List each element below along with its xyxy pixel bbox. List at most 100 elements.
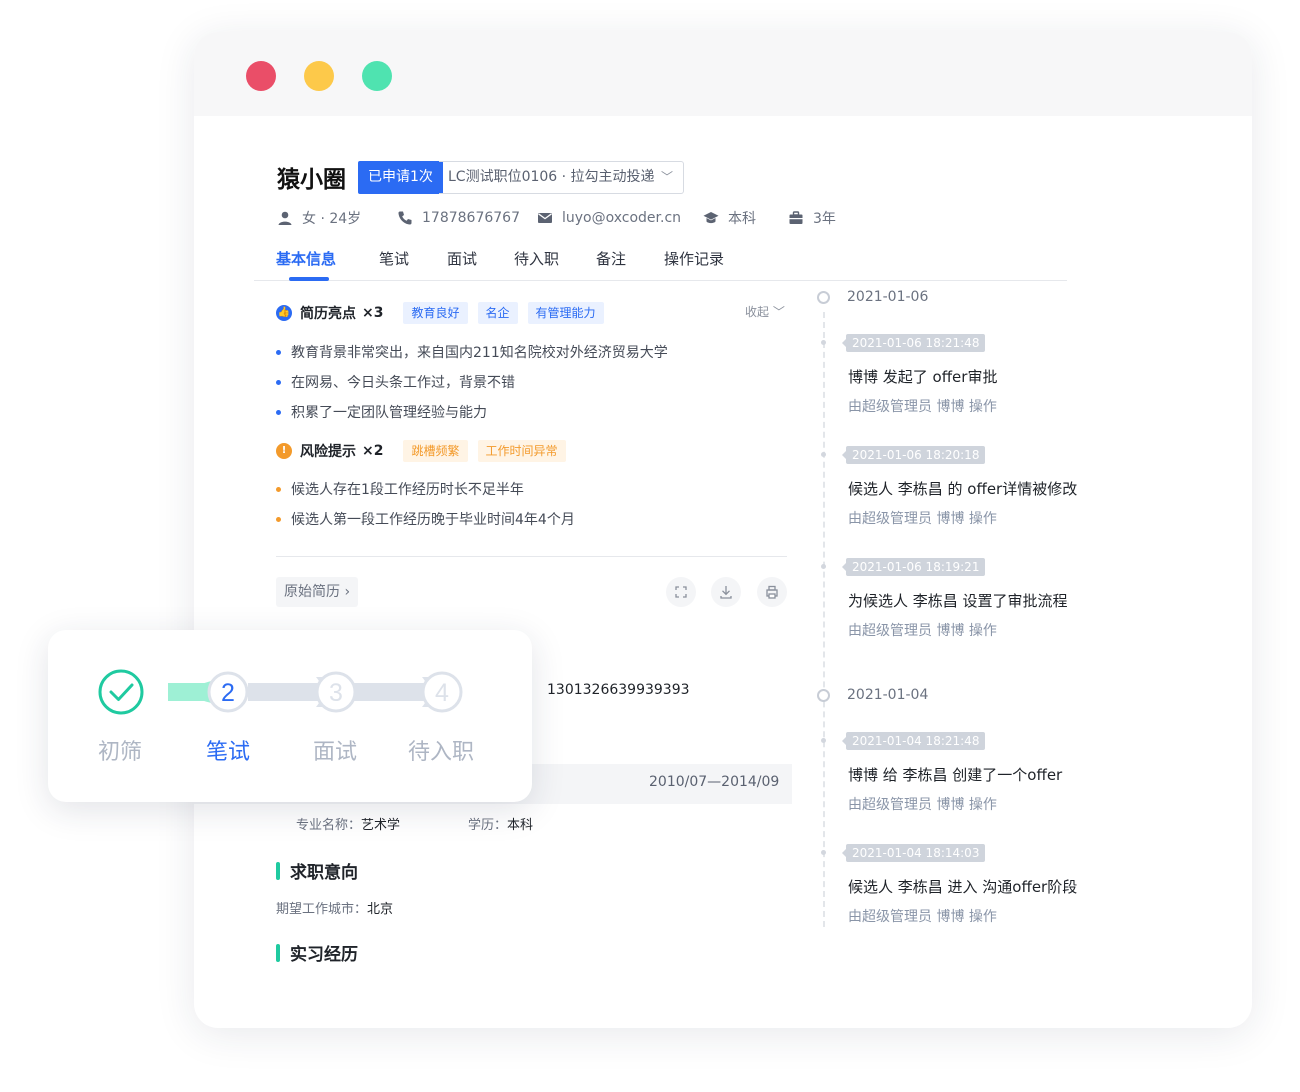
download-icon [720,586,732,599]
step-1-circle [98,669,144,715]
original-resume-label: 原始简历 [284,584,340,600]
step-number: 2 [221,679,235,707]
tab-operation-log[interactable]: 操作记录 [664,248,724,269]
highlight-tag: 有管理能力 [527,302,604,324]
timeline-event-dot [821,850,826,855]
timeline-time: 2021-01-04 18:14:03 [841,844,986,862]
list-item: 在网易、今日头条工作过，背景不错 [276,372,515,392]
original-resume-button[interactable]: 原始简历 › [276,577,359,607]
applied-badge[interactable]: 已申请1次 [358,161,443,194]
timeline-event-text: 候选人 李栋昌 的 offer详情被修改 [848,480,1078,498]
title-bar [194,32,1252,116]
timeline-date: 2021-01-06 [847,289,929,305]
candidate-name: 猿小圈 [277,167,346,193]
info-phone: 17878676767 [397,206,520,230]
graduation-icon [703,210,719,226]
window-close-button[interactable] [246,61,276,91]
warning-icon: ! [276,443,292,459]
education-period: 2010/07—2014/09 [649,774,780,790]
mail-icon [537,210,553,226]
info-email: luyo@oxcoder.cn [537,206,681,230]
user-icon [277,210,293,226]
job-select[interactable]: LC测试职位0106 · 拉勾主动投递 ﹀ [439,161,684,194]
chevron-down-icon: ﹀ [772,305,785,319]
briefcase-icon [788,210,804,226]
step-label-interview[interactable]: 面试 [313,734,357,766]
timeline-event-dot [821,452,826,457]
step-label-screening[interactable]: 初筛 [98,734,142,766]
degree-value: 本科 [507,818,534,833]
divider [276,556,787,557]
timeline-event-dot [821,564,826,569]
timeline-event-text: 为候选人 李栋昌 设置了审批流程 [848,592,1068,610]
email-text: luyo@oxcoder.cn [562,210,682,226]
timeline-event-text: 博博 发起了 offer审批 [848,368,998,386]
timeline-event-operator: 由超级管理员 博博 操作 [848,797,997,813]
timeline-time: 2021-01-06 18:21:48 [841,334,986,352]
timeline-time: 2021-01-06 18:19:21 [841,558,986,576]
timeline-time: 2021-01-06 18:20:18 [841,446,986,464]
education-text: 本科 [728,211,756,227]
risks-title: 风险提示 [300,444,356,460]
highlights-count: ×3 [362,305,384,321]
active-tab-indicator [289,277,329,281]
job-select-value: LC测试职位0106 · 拉勾主动投递 [448,169,655,185]
gender-age-text: 女 · 24岁 [302,211,362,227]
timeline-event-dot [821,738,826,743]
timeline-date: 2021-01-04 [847,687,929,703]
step-label-onboard[interactable]: 待入职 [408,734,474,766]
risk-tag: 工作时间异常 [477,440,566,462]
info-education: 本科 [703,206,756,230]
timeline-event-text: 博博 给 李栋昌 创建了一个offer [848,766,1063,784]
list-item: 教育背景非常突出，来自国内211知名院校对外经济贸易大学 [276,342,668,362]
timeline-date-marker [817,689,830,702]
risks-count: ×2 [362,443,384,459]
list-item: 候选人存在1段工作经历时长不足半年 [276,479,524,499]
degree-field: 学历：本科 [468,818,534,833]
download-button[interactable] [711,577,741,607]
resume-id-number: 1301326639939393 [547,682,690,698]
list-item: 积累了一定团队管理经验与能力 [276,402,487,422]
tab-written-test[interactable]: 笔试 [379,248,409,269]
timeline-event-operator: 由超级管理员 博博 操作 [848,511,997,527]
step-label-written-test[interactable]: 笔试 [206,734,250,766]
experience-text: 3年 [813,211,836,227]
highlight-tag: 名企 [477,302,518,324]
major-field: 专业名称：艺术学 [296,818,401,833]
thumb-up-icon: 👍 [276,305,292,321]
timeline-event-operator: 由超级管理员 博博 操作 [848,623,997,639]
tab-bar: 基本信息 笔试 面试 待入职 备注 操作记录 [254,246,1067,281]
window-minimize-button[interactable] [304,61,334,91]
expand-button[interactable] [666,577,696,607]
tab-pending-onboard[interactable]: 待入职 [514,248,559,269]
window-maximize-button[interactable] [362,61,392,91]
tab-interview[interactable]: 面试 [447,248,477,269]
city-value: 北京 [367,902,394,917]
phone-icon [397,210,413,226]
city-field: 期望工作城市：北京 [276,902,394,917]
info-gender: 女 · 24岁 [277,206,361,230]
print-button[interactable] [757,577,787,607]
expand-icon [675,586,687,598]
internship-title: 实习经历 [276,940,358,965]
step-number: 4 [435,679,449,707]
tab-notes[interactable]: 备注 [596,248,626,269]
phone-text: 17878676767 [422,210,520,226]
chevron-right-icon: › [344,584,351,600]
risks-header: ! 风险提示 ×2 跳槽频繁 工作时间异常 [276,440,566,462]
job-intent-title: 求职意向 [276,858,358,883]
chevron-down-icon: ﹀ [660,170,673,184]
info-experience: 3年 [788,206,836,230]
collapse-toggle[interactable]: 收起 ﹀ [745,303,785,320]
timeline-event-text: 候选人 李栋昌 进入 沟通offer阶段 [848,878,1078,896]
timeline-event-operator: 由超级管理员 博博 操作 [848,909,997,925]
step-progress-card: 2 3 4 初筛 笔试 面试 待入职 [48,630,532,802]
risk-tag: 跳槽频繁 [403,440,468,462]
collapse-label: 收起 [745,305,770,319]
step-number: 3 [329,679,343,707]
highlights-header: 👍 简历亮点 ×3 教育良好 名企 有管理能力 [276,302,604,324]
step-track: 2 3 4 [98,669,463,715]
timeline-time: 2021-01-04 18:21:48 [841,732,986,750]
tab-basic-info[interactable]: 基本信息 [276,248,336,269]
timeline-date-marker [817,291,830,304]
